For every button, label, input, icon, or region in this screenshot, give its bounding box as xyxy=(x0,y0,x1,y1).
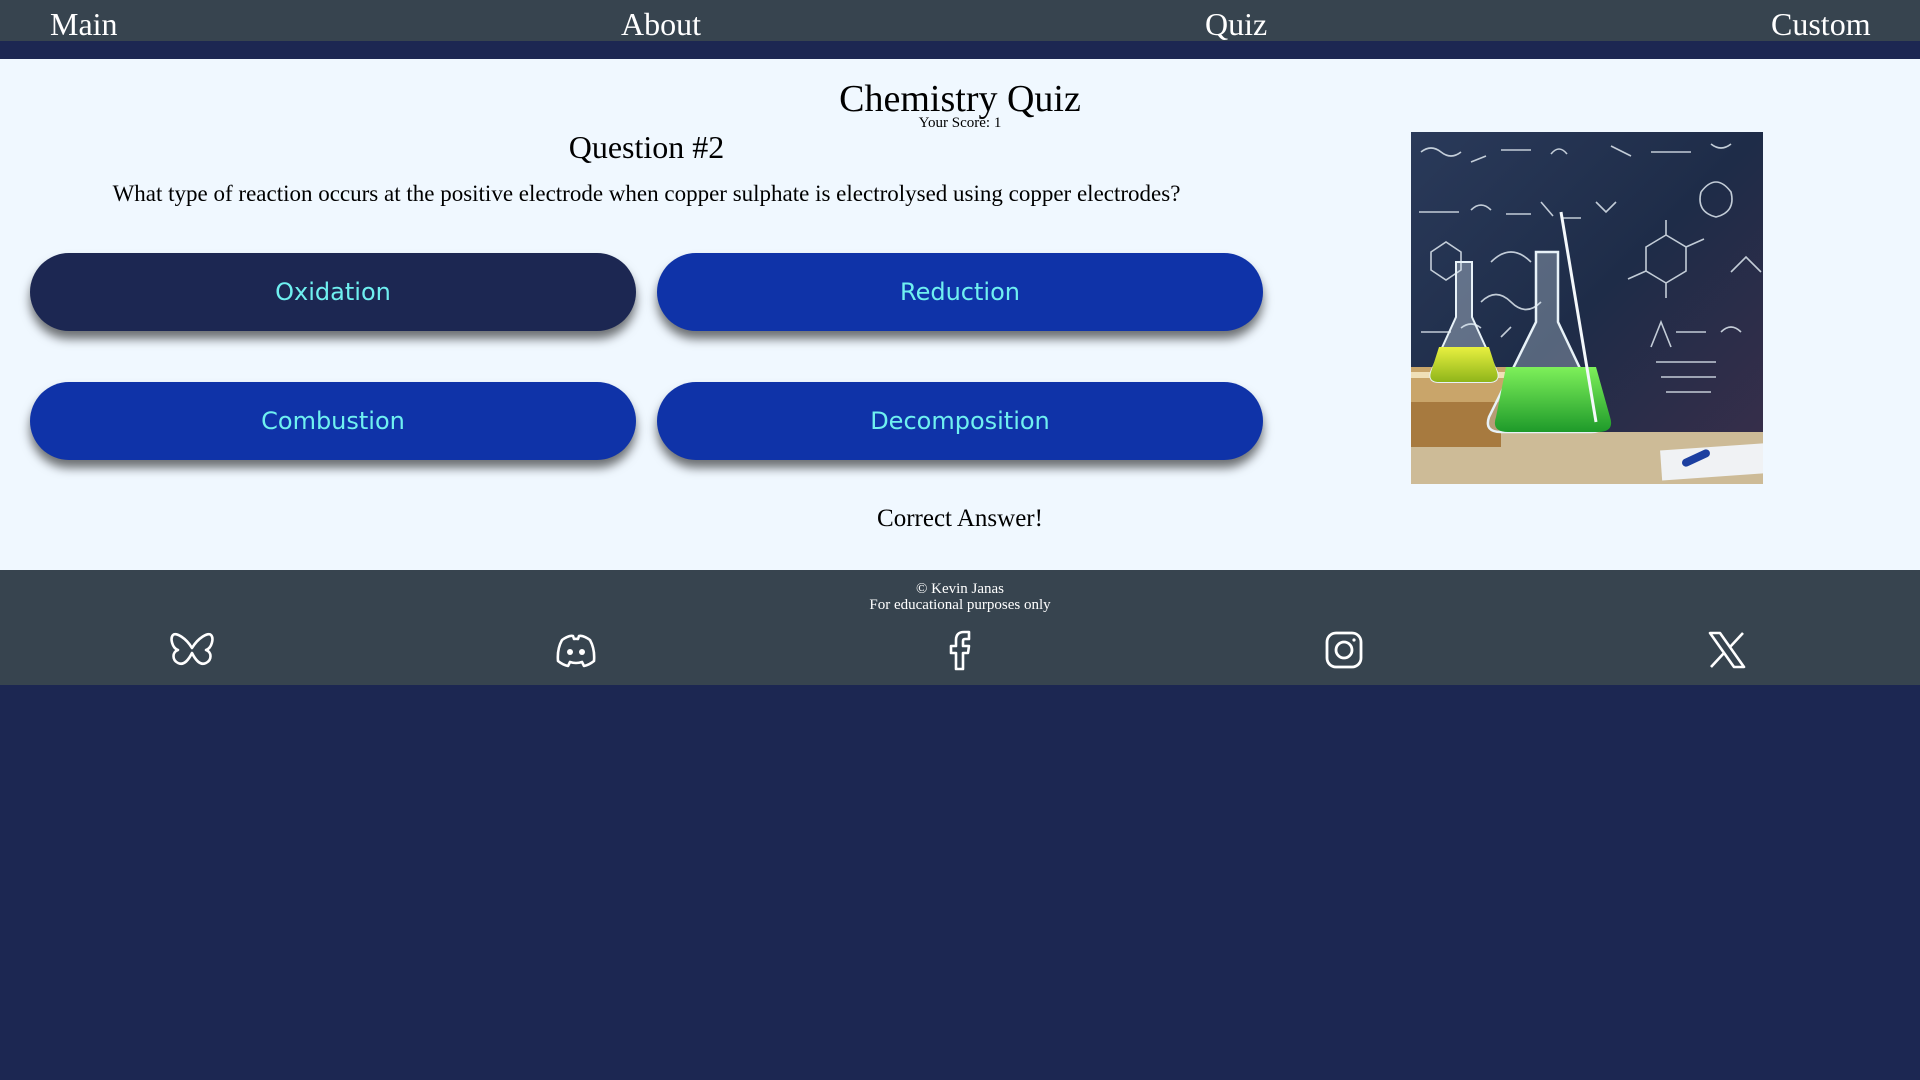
nav-quiz-link[interactable]: Quiz xyxy=(1205,6,1267,43)
quiz-panel: Chemistry Quiz Your Score: 1 Question #2… xyxy=(0,59,1920,570)
question-text: What type of reaction occurs at the posi… xyxy=(112,181,1181,206)
footer-note: For educational purposes only xyxy=(869,597,1051,613)
bluesky-icon[interactable] xyxy=(168,626,216,674)
facebook-icon[interactable] xyxy=(936,626,984,674)
nav-main-link[interactable]: Main xyxy=(50,6,118,43)
x-icon[interactable] xyxy=(1703,626,1751,674)
discord-icon[interactable] xyxy=(552,626,600,674)
answer-button-decomposition[interactable]: Decomposition xyxy=(657,382,1263,460)
nav-custom-link[interactable]: Custom xyxy=(1771,6,1871,43)
answer-button-reduction[interactable]: Reduction xyxy=(657,253,1263,331)
answer-button-combustion[interactable]: Combustion xyxy=(30,382,636,460)
answer-button-oxidation[interactable]: Oxidation xyxy=(30,253,636,331)
nav-about-link[interactable]: About xyxy=(621,6,701,43)
footer-text: © Kevin Janas For educational purposes o… xyxy=(0,581,1920,613)
result-message: Correct Answer! xyxy=(877,505,1043,532)
question-number: Question #2 xyxy=(568,129,725,165)
footer: © Kevin Janas For educational purposes o… xyxy=(0,570,1920,685)
instagram-icon[interactable] xyxy=(1320,626,1368,674)
copyright-text: © Kevin Janas xyxy=(915,581,1005,597)
chemistry-image xyxy=(1411,132,1763,484)
top-nav: Main About Quiz Custom xyxy=(0,0,1920,50)
